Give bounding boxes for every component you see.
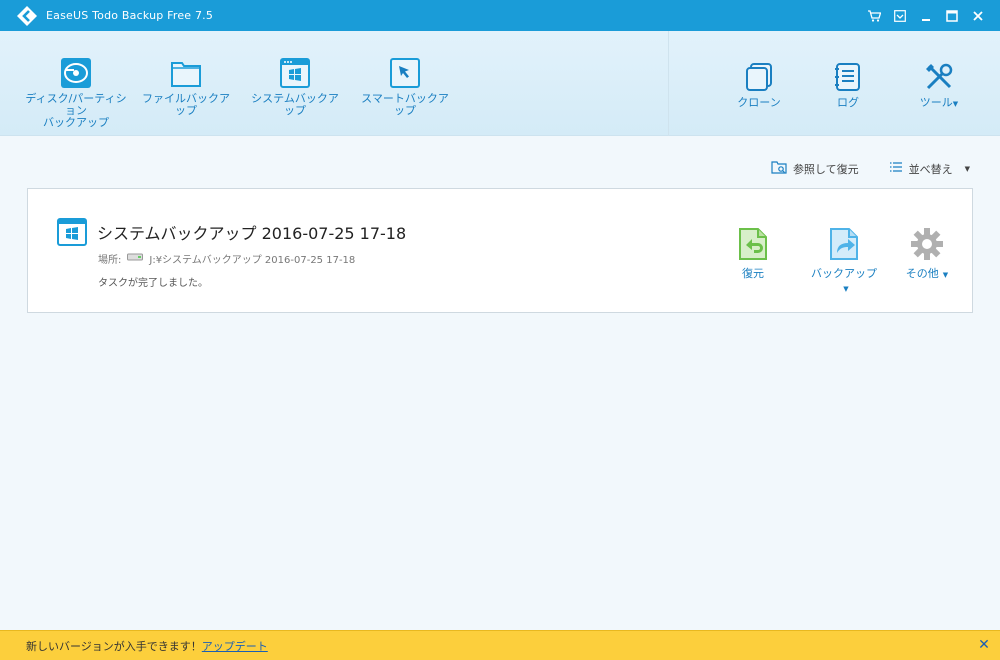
maximize-icon[interactable] (944, 8, 960, 24)
toolbar-right-group: クローン ログ ツール▼ (668, 31, 1000, 136)
location-label: 場所: (98, 255, 122, 266)
cart-icon[interactable] (866, 8, 882, 24)
main-toolbar: ディスク/パーティション バックアップ ファイルバックアップ システムバックアッ… (0, 31, 1000, 136)
update-link[interactable]: アップデート (202, 640, 268, 653)
disk-backup-icon (60, 57, 92, 89)
notification-message: 新しいバージョンが入手できます！ (26, 639, 202, 653)
tools-button[interactable]: ツール▼ (911, 61, 967, 110)
clone-button[interactable]: クローン (731, 61, 787, 109)
backup-task-card[interactable]: システムバックアップ 2016-07-25 17-18 場所: J:¥システムバ… (27, 188, 973, 313)
gear-icon (908, 225, 946, 263)
more-label: その他 (905, 267, 939, 280)
dropdown-caret-icon: ▼ (942, 271, 949, 279)
browse-restore-button[interactable]: 参照して復元 (771, 160, 859, 177)
sort-label: 並べ替え (908, 162, 953, 176)
browse-folder-icon (771, 160, 787, 177)
sort-button[interactable]: 並べ替え ▼ (889, 161, 970, 177)
notification-text: 新しいバージョンが入手できます！アップデート (26, 638, 268, 654)
tool-label: システムバックアップ (251, 92, 339, 117)
dropdown-caret-icon: ▼ (964, 164, 970, 173)
window-title: EaseUS Todo Backup Free 7.5 (46, 9, 214, 22)
windows-icon (279, 57, 311, 89)
minimize-icon[interactable] (918, 8, 934, 24)
browse-restore-label: 参照して復元 (792, 162, 859, 176)
content-actions-bar: 参照して復元 並べ替え ▼ (771, 160, 970, 177)
list-icon (889, 161, 903, 176)
task-status: タスクが完了しました。 (98, 278, 208, 289)
dropdown-caret-icon: ▼ (843, 285, 849, 293)
folder-icon (170, 57, 202, 89)
menu-icon[interactable] (892, 8, 908, 24)
more-button[interactable]: その他 ▼ (900, 225, 954, 281)
smart-cursor-icon (389, 57, 421, 89)
app-logo-icon (16, 5, 38, 27)
drive-icon (127, 253, 144, 264)
task-location: 場所: J:¥システムバックアップ 2016-07-25 17-18 (98, 251, 355, 266)
location-value: J:¥システムバックアップ 2016-07-25 17-18 (149, 255, 356, 266)
disk-partition-backup-button[interactable]: ディスク/パーティション バックアップ (22, 57, 130, 129)
restore-icon (734, 225, 772, 263)
close-icon[interactable]: ✕ (976, 637, 992, 653)
log-icon (832, 61, 864, 93)
tool-label-wrap: ツール▼ (911, 97, 967, 110)
smart-backup-button[interactable]: スマートバックアップ (358, 57, 452, 117)
tool-label: ログ (837, 96, 859, 109)
restore-label: 復元 (742, 267, 764, 280)
tool-label: ファイルバックアップ (142, 92, 230, 117)
tool-label: スマートバックアップ (361, 92, 449, 117)
task-title: システムバックアップ 2016-07-25 17-18 (97, 224, 407, 243)
windows-icon (57, 218, 87, 246)
backup-label: バックアップ (811, 267, 877, 280)
dropdown-caret-icon: ▼ (952, 100, 959, 108)
log-button[interactable]: ログ (823, 61, 873, 109)
tool-label: ツール (919, 96, 953, 109)
tool-label: ディスク/パーティション (25, 92, 127, 117)
tool-label: バックアップ (43, 116, 109, 129)
tool-label: クローン (737, 96, 781, 109)
backup-share-icon (825, 225, 863, 263)
system-backup-button[interactable]: システムバックアップ (248, 57, 342, 117)
update-notification-bar: 新しいバージョンが入手できます！アップデート ✕ (0, 630, 1000, 660)
tools-icon (923, 61, 955, 93)
file-backup-button[interactable]: ファイルバックアップ (140, 57, 232, 117)
title-bar: EaseUS Todo Backup Free 7.5 (0, 0, 1000, 31)
backup-button[interactable]: バックアップ ▼ (808, 225, 880, 294)
close-icon[interactable] (970, 8, 986, 24)
restore-button[interactable]: 復元 (728, 225, 778, 281)
clone-icon (743, 61, 775, 93)
